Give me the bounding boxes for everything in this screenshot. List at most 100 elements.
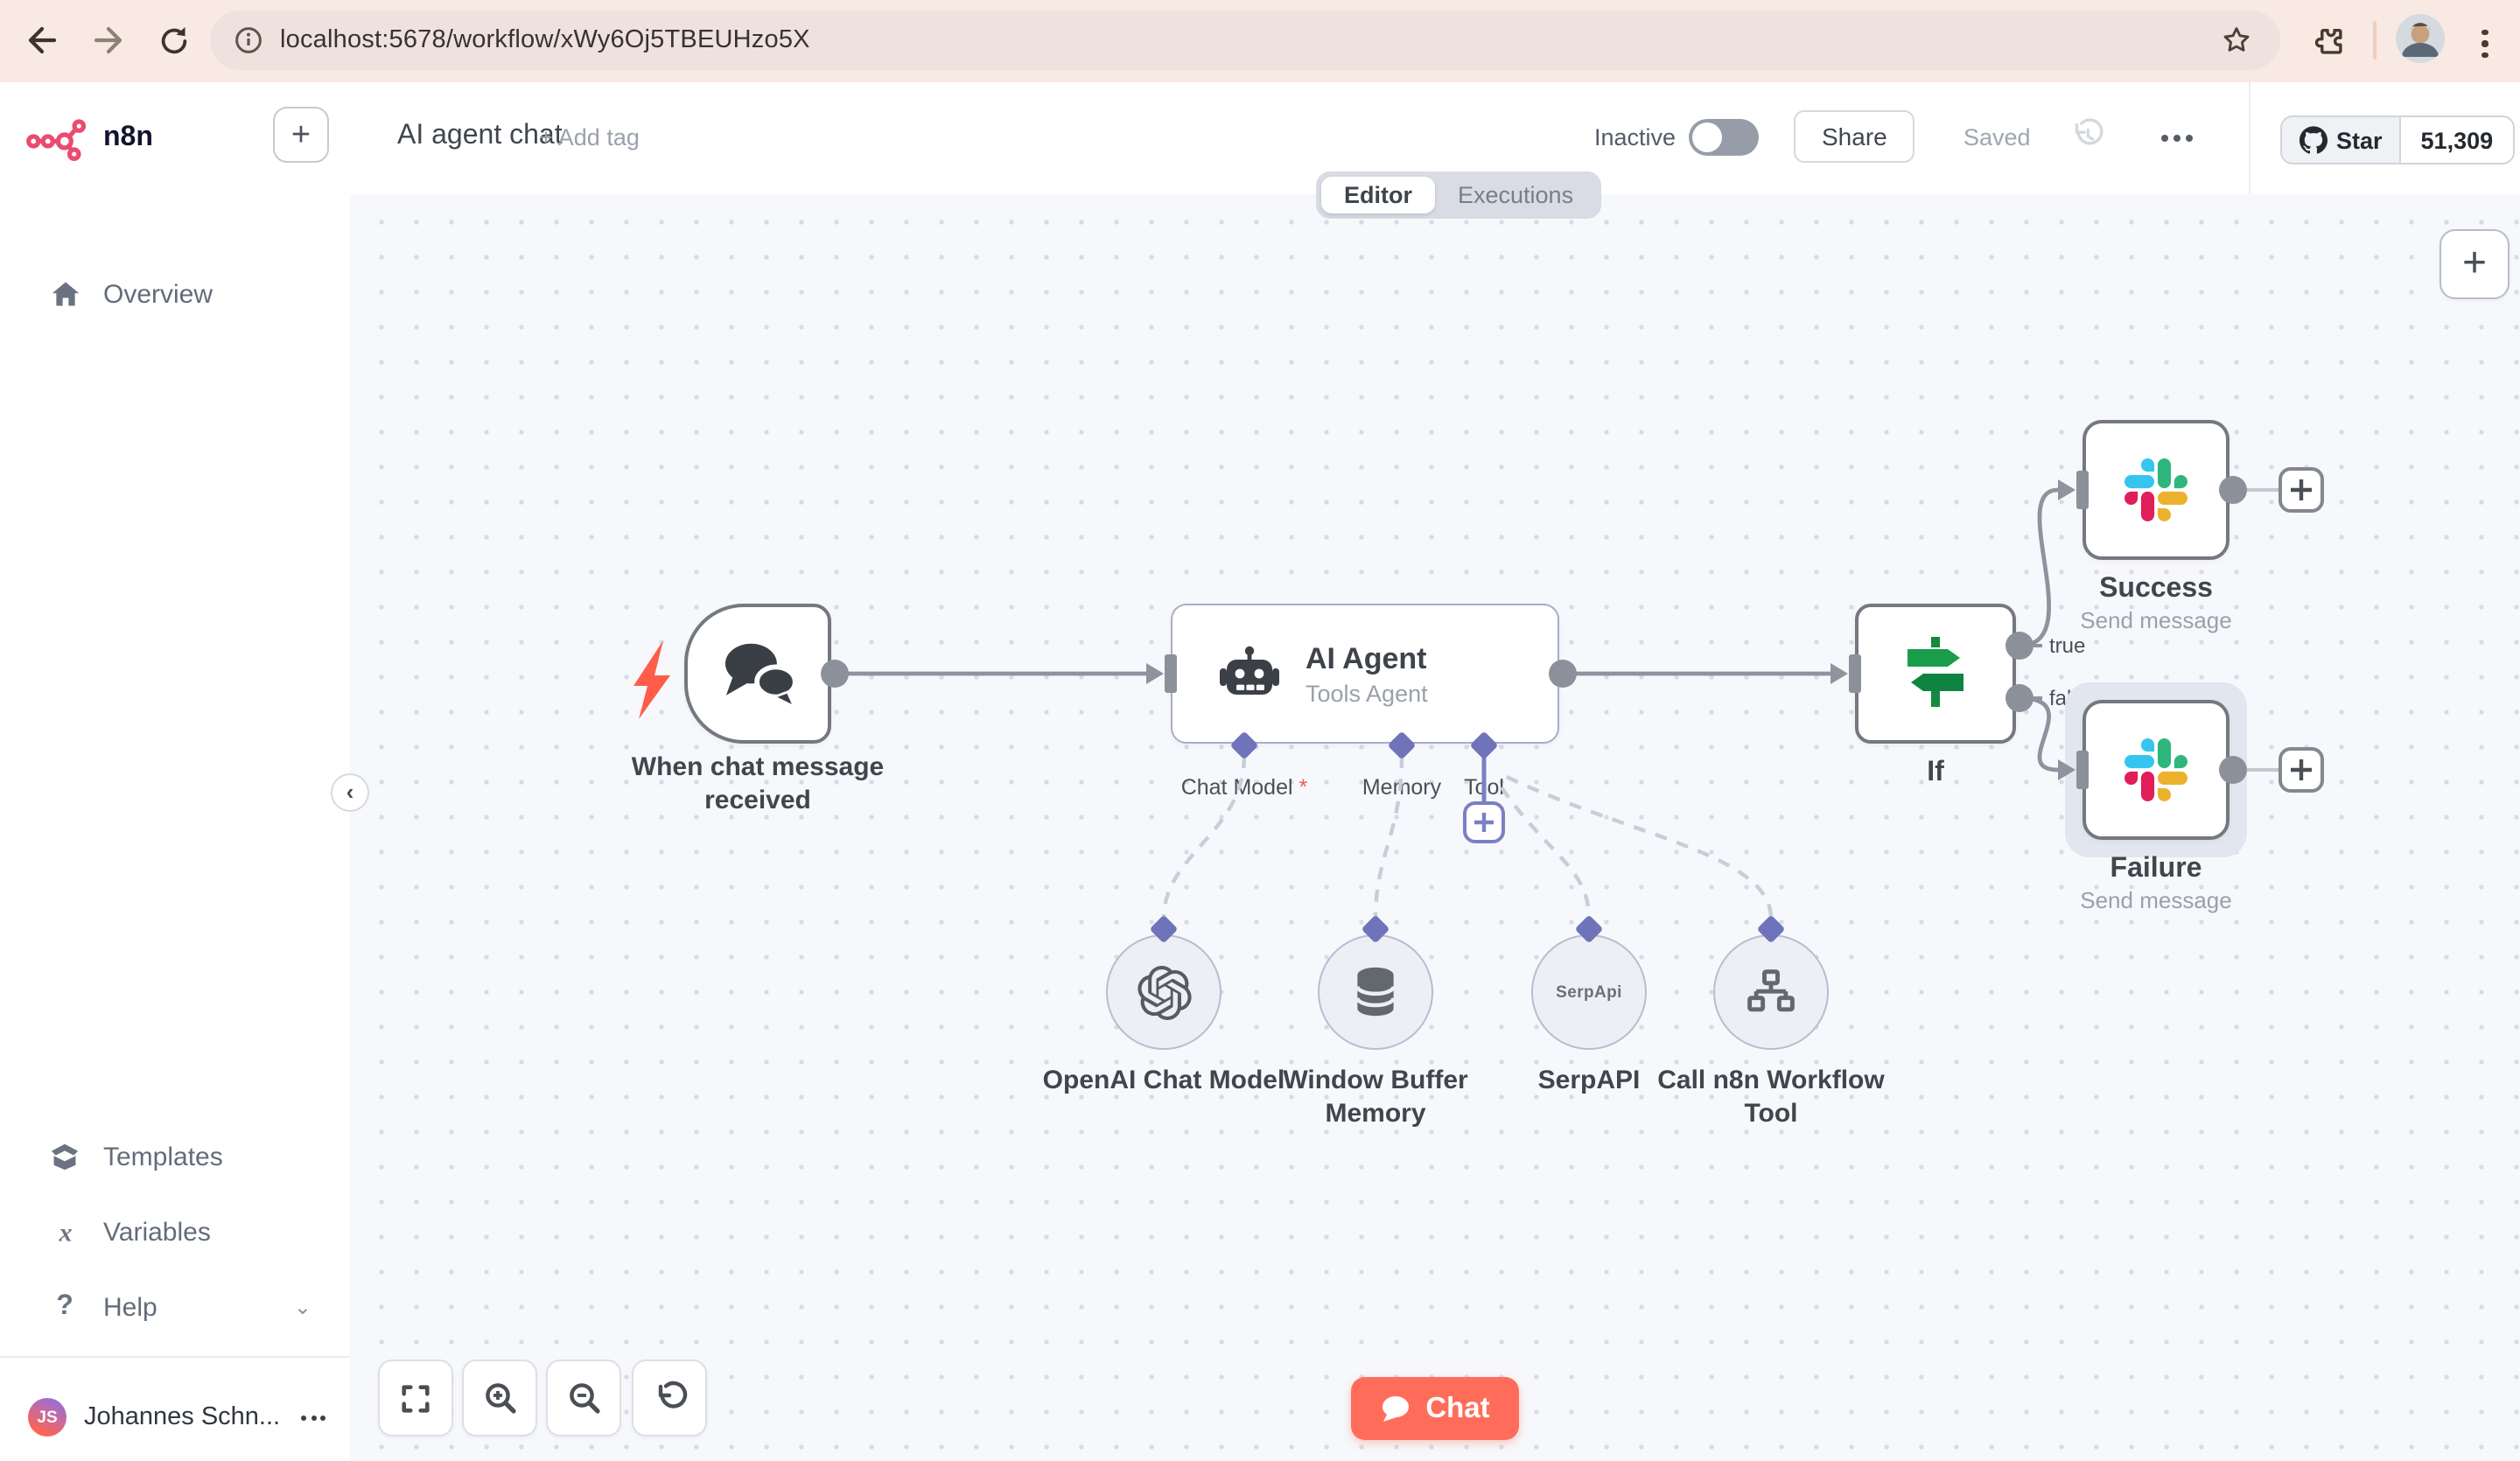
subnode-window-buffer-memory[interactable] — [1318, 934, 1433, 1050]
user-name: Johannes Schn... — [84, 1403, 281, 1431]
subnode-call-n8n-workflow-tool[interactable] — [1713, 934, 1829, 1050]
node-chat-trigger[interactable] — [684, 604, 831, 744]
sidebar-item-label: Help — [103, 1292, 158, 1322]
browser-forward-button[interactable] — [88, 19, 130, 61]
n8n-logo-icon — [26, 119, 87, 161]
zoom-out-button[interactable] — [546, 1360, 621, 1437]
profile-photo — [2396, 14, 2445, 63]
sidebar-collapse-button[interactable]: ‹ — [331, 773, 369, 812]
browser-toolbar: localhost:5678/workflow/xWy6Oj5TBEUHzo5X — [0, 0, 2520, 84]
workflow-menu-button[interactable] — [2161, 135, 2193, 142]
zoom-in-button[interactable] — [462, 1360, 537, 1437]
help-question-icon: ? — [56, 1291, 74, 1321]
connector-label-text: Chat Model — [1180, 775, 1293, 800]
history-button[interactable] — [2068, 117, 2105, 163]
n8n-app: localhost:5678/workflow/xWy6Oj5TBEUHzo5X — [0, 0, 2520, 1461]
browser-profile-avatar[interactable] — [2396, 14, 2445, 63]
user-menu[interactable]: JS Johannes Schn... — [0, 1381, 350, 1454]
activation-status-label: Inactive — [1594, 124, 1676, 150]
node-subtitle-failure: Send message — [2080, 887, 2232, 913]
undo-rotate-icon — [657, 1381, 687, 1409]
browser-back-button[interactable] — [21, 19, 63, 61]
sidebar-divider — [0, 1356, 350, 1358]
view-tabs: Editor Executions — [1316, 171, 1602, 219]
site-info-icon[interactable] — [234, 26, 262, 54]
puzzle-icon — [2314, 27, 2342, 53]
home-icon — [47, 280, 82, 308]
sidebar-item-help[interactable]: ? Help ⌄ — [0, 1277, 350, 1337]
sidebar-item-templates[interactable]: Templates — [0, 1127, 350, 1186]
history-icon — [2075, 118, 2104, 145]
add-tag-button[interactable]: + Add tag — [539, 124, 640, 150]
sidebar-item-label: Templates — [103, 1142, 223, 1171]
toolbar-divider — [2373, 21, 2376, 59]
toggle-knob — [1692, 122, 1722, 152]
connector-label-memory: Memory — [1362, 775, 1442, 800]
share-button[interactable]: Share — [1794, 110, 1915, 163]
sidebar-item-overview[interactable]: Overview — [0, 264, 350, 324]
tab-editor[interactable]: Editor — [1321, 177, 1435, 213]
database-icon — [1355, 967, 1396, 1017]
sidebar-item-variables[interactable]: x Variables — [0, 1202, 350, 1262]
subnode-label-call-n8n: Call n8n Workflow Tool — [1657, 1066, 1885, 1129]
activation-toggle[interactable] — [1689, 119, 1759, 156]
zoom-out-icon — [569, 1383, 599, 1414]
subnode-serpapi[interactable]: SerpApi — [1531, 934, 1647, 1050]
user-options-button[interactable] — [301, 1415, 326, 1420]
browser-reload-button[interactable] — [152, 19, 194, 61]
browser-menu-button[interactable] — [2464, 23, 2506, 65]
open-chat-button[interactable]: Chat — [1351, 1377, 1519, 1440]
node-success[interactable] — [2082, 420, 2230, 560]
github-star-count[interactable]: 51,309 — [2402, 117, 2513, 163]
openai-icon — [1137, 965, 1191, 1019]
sidebar-item-label: Overview — [103, 279, 214, 309]
node-subtitle-ai-agent: Tools Agent — [1306, 680, 1428, 706]
subnode-openai-chat-model[interactable] — [1106, 934, 1222, 1050]
slack-icon — [2124, 458, 2188, 521]
saved-status: Saved — [1964, 124, 2031, 150]
node-title-ai-agent: AI Agent — [1306, 641, 1427, 675]
robot-icon — [1220, 646, 1279, 695]
fit-view-icon — [402, 1384, 430, 1412]
node-label-chat-trigger: When chat message received — [631, 752, 885, 815]
node-failure[interactable] — [2082, 700, 2230, 840]
node-label-failure: Failure — [2110, 854, 2202, 884]
node-label-success: Success — [2099, 574, 2213, 604]
svg-text:x: x — [58, 1219, 72, 1245]
zoom-to-fit-button[interactable] — [378, 1360, 453, 1437]
reset-zoom-button[interactable] — [632, 1360, 707, 1437]
back-icon — [28, 26, 57, 54]
node-ai-agent[interactable]: AI Agent Tools Agent — [1171, 604, 1559, 744]
chat-button-label: Chat — [1425, 1392, 1490, 1423]
node-if[interactable] — [1855, 604, 2016, 744]
github-star-button[interactable]: Star — [2282, 117, 2402, 163]
output-label-true: true — [2049, 633, 2086, 658]
user-avatar: JS — [28, 1398, 66, 1437]
templates-box-icon — [47, 1143, 82, 1171]
connector-label-chat-model: Chat Model * — [1130, 775, 1358, 800]
github-star-label: Star — [2336, 127, 2383, 153]
extensions-button[interactable] — [2306, 19, 2348, 61]
github-star-widget[interactable]: Star 51,309 — [2280, 115, 2515, 164]
connector-label-tool: Tool — [1464, 775, 1504, 800]
tab-executions[interactable]: Executions — [1435, 177, 1596, 213]
address-bar[interactable]: localhost:5678/workflow/xWy6Oj5TBEUHzo5X — [210, 10, 2280, 70]
header-divider — [2249, 82, 2250, 194]
workflow-title[interactable]: AI agent chat — [397, 121, 563, 152]
required-marker: * — [1298, 775, 1308, 800]
variables-x-icon: x — [47, 1219, 82, 1245]
bookmark-star-icon[interactable] — [2221, 24, 2252, 56]
chat-bubbles-icon — [724, 643, 798, 710]
github-icon — [2300, 126, 2328, 154]
zoom-in-icon — [485, 1383, 515, 1414]
chevron-down-icon: ⌄ — [293, 1295, 312, 1319]
logo-text: n8n — [103, 122, 153, 152]
sidebar: n8n + Overview Templates x Variables ? H… — [0, 82, 352, 1461]
new-workflow-button[interactable]: + — [273, 107, 329, 163]
slack-icon — [2124, 738, 2188, 801]
reload-icon — [160, 26, 186, 53]
add-node-button[interactable]: + — [2440, 229, 2510, 299]
forward-icon — [94, 26, 122, 54]
url-text: localhost:5678/workflow/xWy6Oj5TBEUHzo5X — [280, 26, 810, 54]
workflow-hierarchy-icon — [1747, 968, 1795, 1011]
